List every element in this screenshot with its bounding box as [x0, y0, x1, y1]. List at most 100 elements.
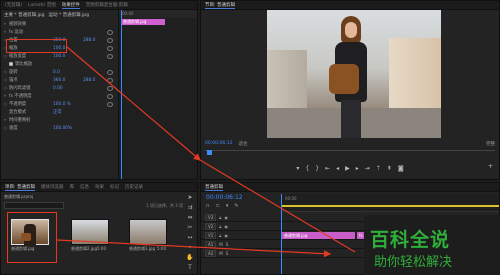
eye-icon[interactable]: ◉: [224, 215, 228, 220]
step-back-icon[interactable]: ◂: [336, 165, 339, 172]
row-value[interactable]: 100.00%: [53, 126, 83, 131]
row-value[interactable]: 100.0: [53, 54, 83, 59]
program-video-frame[interactable]: [267, 10, 441, 138]
mark-out-icon[interactable]: }: [315, 165, 319, 172]
tab-project[interactable]: 项目: 普通剪辑: [5, 184, 35, 191]
row-value[interactable]: 0.00: [53, 86, 83, 91]
seq-label[interactable]: 运动 * 普通剪辑.jpg: [49, 12, 90, 18]
track-label[interactable]: A2: [205, 250, 217, 257]
timeline-timecode[interactable]: 00:00:06:12: [206, 194, 243, 201]
eye-icon[interactable]: ◉: [224, 224, 228, 229]
tab-effects[interactable]: 效果: [95, 184, 104, 190]
extract-icon[interactable]: ⇞: [387, 165, 392, 172]
uniform-scale-checkbox[interactable]: [9, 62, 13, 66]
solo-icon[interactable]: S: [226, 242, 229, 247]
lift-icon[interactable]: ⇡: [376, 165, 381, 172]
wrench-icon[interactable]: ✎: [234, 203, 238, 209]
stopwatch-icon[interactable]: ◷: [1, 70, 9, 74]
add-marker-icon[interactable]: ▾: [226, 203, 229, 209]
tab-no-clip[interactable]: (无剪辑): [5, 2, 22, 8]
collapse-icon[interactable]: ▾: [1, 94, 9, 98]
lock-icon[interactable]: 🔒︎: [219, 224, 221, 229]
camera-icon[interactable]: ◙: [398, 165, 404, 172]
tab-libraries[interactable]: 库: [69, 184, 74, 190]
row-value[interactable]: 360.0: [53, 78, 83, 83]
tab-history[interactable]: 历史记录: [125, 184, 143, 190]
track-select-icon[interactable]: ⇉: [187, 204, 192, 211]
collapse-icon[interactable]: ▾: [1, 22, 9, 26]
stopwatch-icon[interactable]: ◷: [1, 102, 9, 106]
go-to-out-icon[interactable]: ⇥: [365, 165, 370, 172]
collapse-icon[interactable]: ▾: [1, 118, 9, 122]
linked-select-icon[interactable]: ⊂: [216, 203, 220, 209]
reset-icon[interactable]: [107, 77, 113, 83]
slip-tool-icon[interactable]: ↔: [187, 234, 192, 241]
tab-sequence[interactable]: 普通剪辑: [205, 184, 223, 191]
go-to-in-icon[interactable]: ⇤: [325, 165, 330, 172]
row-value[interactable]: 0.0: [53, 70, 83, 75]
mute-icon[interactable]: M: [219, 242, 222, 247]
reset-icon[interactable]: [107, 101, 113, 107]
mark-in-icon[interactable]: {: [305, 165, 309, 172]
stopwatch-icon[interactable]: ◷: [1, 86, 9, 90]
mini-ruler[interactable]: 00:00: [119, 10, 197, 18]
mute-icon[interactable]: M: [219, 251, 222, 256]
timeline-clip[interactable]: 普通剪辑.jpg: [281, 232, 355, 239]
solo-icon[interactable]: S: [226, 251, 229, 256]
reset-icon[interactable]: [107, 45, 113, 51]
reset-icon[interactable]: [107, 37, 113, 43]
tab-lumetri-scopes[interactable]: Lumetri 范围: [28, 2, 56, 8]
track-label[interactable]: V2: [205, 223, 217, 230]
reset-icon[interactable]: [107, 53, 113, 59]
ripple-edit-icon[interactable]: ⇹: [187, 214, 192, 221]
program-ruler[interactable]: [205, 150, 495, 157]
timeline-playhead[interactable]: [281, 194, 282, 274]
row-value2[interactable]: 288.0: [83, 78, 107, 83]
reset-icon[interactable]: [107, 93, 113, 99]
play-icon[interactable]: ▶: [345, 165, 350, 172]
fit-select[interactable]: 适合: [238, 141, 247, 147]
reset-icon[interactable]: [107, 69, 113, 75]
eye-icon[interactable]: ◉: [224, 233, 228, 238]
search-input[interactable]: [4, 202, 64, 209]
full-select[interactable]: 完整: [486, 141, 495, 147]
tab-media-browser[interactable]: 媒体浏览器: [41, 184, 64, 190]
tab-effect-controls[interactable]: 效果控件: [61, 2, 80, 9]
project-item-thumb[interactable]: [129, 219, 167, 245]
track-label[interactable]: A1: [205, 241, 217, 248]
snap-icon[interactable]: ∩: [206, 203, 210, 209]
tab-audio-clip-mixer[interactable]: 音频剪辑混合器:剪辑: [86, 2, 128, 8]
row-value2[interactable]: 288.0: [83, 38, 107, 43]
track-label[interactable]: V1: [205, 232, 217, 239]
blend-mode-select[interactable]: 正常: [53, 109, 83, 115]
reset-icon[interactable]: [107, 85, 113, 91]
type-tool-icon[interactable]: T: [188, 264, 192, 271]
mini-clip[interactable]: 普通剪辑.jpg: [121, 19, 165, 25]
stopwatch-icon[interactable]: ◷: [1, 126, 9, 130]
tab-markers[interactable]: 标记: [110, 184, 119, 190]
marker-icon[interactable]: ▾: [296, 165, 299, 172]
program-timecode[interactable]: 00:00:06:12: [205, 141, 232, 146]
track-label[interactable]: V3: [205, 214, 217, 221]
stopwatch-icon[interactable]: ◷: [1, 54, 9, 58]
stopwatch-icon[interactable]: ◷: [1, 78, 9, 82]
tab-program[interactable]: 节目: 普通剪辑: [205, 2, 235, 9]
reset-icon[interactable]: [107, 29, 113, 35]
row-value[interactable]: 100.0 %: [53, 102, 83, 107]
tab-info[interactable]: 信息: [80, 184, 89, 190]
work-area-bar[interactable]: [281, 205, 499, 207]
mini-playhead[interactable]: [121, 10, 122, 179]
effect-mini-timeline[interactable]: 00:00 普通剪辑.jpg: [118, 10, 197, 179]
selection-tool-icon[interactable]: ➤: [187, 194, 192, 201]
razor-tool-icon[interactable]: ✂: [187, 224, 192, 231]
timeline-ruler[interactable]: 00:00: [281, 194, 499, 212]
pen-tool-icon[interactable]: ✒: [187, 244, 192, 251]
step-forward-icon[interactable]: ▸: [356, 165, 359, 172]
plus-icon[interactable]: +: [488, 163, 493, 170]
project-item-thumb[interactable]: [71, 219, 109, 245]
hand-tool-icon[interactable]: ✋: [186, 254, 193, 261]
lock-icon[interactable]: 🔒︎: [219, 215, 221, 220]
lock-icon[interactable]: 🔒︎: [219, 233, 221, 238]
collapse-icon[interactable]: ▾: [1, 30, 9, 34]
program-playhead[interactable]: [207, 150, 212, 155]
